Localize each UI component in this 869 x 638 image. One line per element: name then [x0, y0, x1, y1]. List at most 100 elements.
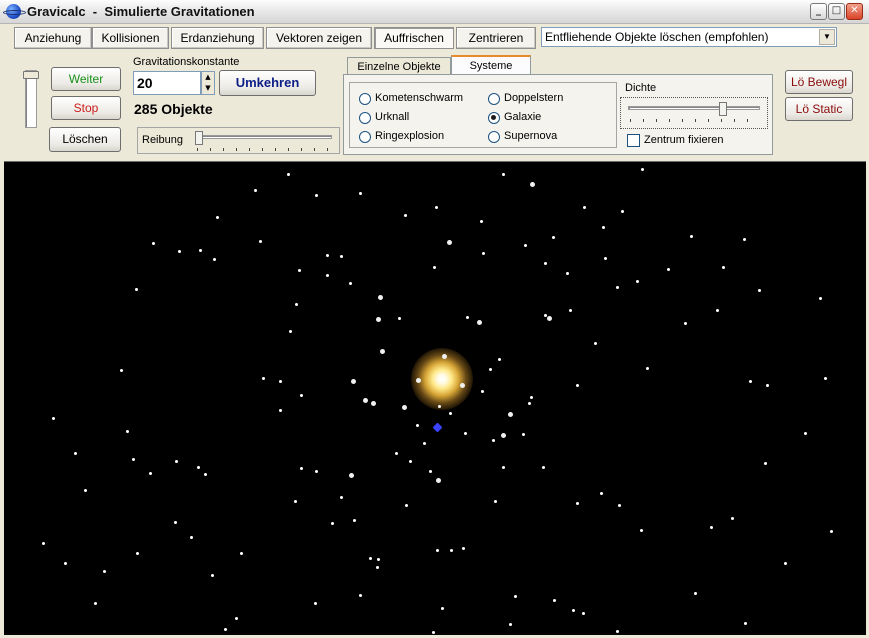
simulated-object	[294, 500, 297, 503]
simulated-object	[641, 168, 644, 171]
gravitation-spinner[interactable]: ▲ ▼	[201, 71, 215, 95]
radio-urknall[interactable]: Urknall	[359, 111, 409, 124]
gravitation-input[interactable]: 20	[133, 71, 201, 95]
reibung-slider-track[interactable]	[195, 135, 332, 139]
spin-up-icon[interactable]: ▲	[202, 72, 214, 83]
simulated-object	[616, 630, 619, 633]
simulated-object	[528, 402, 531, 405]
dichte-slider-track[interactable]	[628, 106, 760, 110]
simulated-object	[544, 262, 547, 265]
simulated-object	[351, 379, 356, 384]
simulated-object	[300, 467, 303, 470]
simulated-object	[359, 594, 362, 597]
simulated-object	[376, 566, 379, 569]
simulated-object	[416, 378, 421, 383]
tab-kollisionen[interactable]: Kollisionen	[92, 27, 169, 49]
delete-mode-dropdown[interactable]: Entfliehende Objekte löschen (empfohlen)…	[541, 27, 837, 47]
radio-doppelstern[interactable]: Doppelstern	[488, 92, 563, 105]
simulated-object	[502, 466, 505, 469]
simulated-object	[749, 380, 752, 383]
simulated-object	[464, 432, 467, 435]
simulated-object	[524, 244, 527, 247]
simulated-object	[449, 412, 452, 415]
simulated-object	[616, 286, 619, 289]
simulated-object	[405, 504, 408, 507]
simulated-object	[722, 266, 725, 269]
simulated-object	[287, 173, 290, 176]
simulated-object	[369, 557, 372, 560]
tab-anziehung[interactable]: Anziehung	[14, 27, 92, 49]
umkehren-button[interactable]: Umkehren	[219, 70, 316, 96]
simulated-object	[175, 460, 178, 463]
weiter-button[interactable]: Weiter	[51, 67, 121, 91]
simulation-canvas[interactable]	[4, 161, 866, 635]
chevron-down-icon[interactable]: ▼	[819, 29, 835, 45]
stop-button[interactable]: Stop	[51, 96, 121, 120]
lo-bewegl-button[interactable]: Lö Bewegl	[785, 70, 853, 94]
speed-slider-thumb[interactable]	[23, 71, 39, 79]
simulated-object	[178, 250, 181, 253]
tab-vektoren-zeigen[interactable]: Vektoren zeigen	[266, 27, 372, 49]
simulated-object	[199, 249, 202, 252]
simulated-object	[502, 173, 505, 176]
simulated-object	[371, 401, 376, 406]
simulated-object	[804, 432, 807, 435]
simulated-object	[667, 268, 670, 271]
simulated-object	[758, 289, 761, 292]
simulated-object	[522, 433, 525, 436]
simulated-object	[462, 547, 465, 550]
simulated-object	[174, 521, 177, 524]
simulated-object	[349, 473, 354, 478]
tab-auffrischen[interactable]: Auffrischen	[374, 27, 454, 49]
radio-kometenschwarm[interactable]: Kometenschwarm	[359, 92, 463, 105]
radio-galaxie[interactable]: Galaxie	[488, 111, 541, 124]
reibung-label: Reibung	[142, 134, 183, 146]
dichte-slider-thumb[interactable]	[719, 102, 727, 116]
tab-erdanziehung[interactable]: Erdanziehung	[171, 27, 264, 49]
simulated-object	[501, 433, 506, 438]
simulated-object	[363, 398, 368, 403]
tab-systeme[interactable]: Systeme	[451, 55, 531, 76]
dichte-group	[620, 97, 768, 129]
reibung-slider[interactable]	[195, 131, 332, 151]
simulated-object	[295, 303, 298, 306]
simulated-object	[618, 504, 621, 507]
simulated-object	[830, 530, 833, 533]
simulated-object	[429, 470, 432, 473]
simulated-object	[438, 405, 441, 408]
simulated-object	[784, 562, 787, 565]
simulated-object	[690, 235, 693, 238]
minimize-button[interactable]: _	[810, 3, 827, 20]
simulated-object	[190, 536, 193, 539]
reibung-slider-thumb[interactable]	[195, 131, 203, 145]
radio-supernova[interactable]: Supernova	[488, 130, 557, 143]
simulated-object	[569, 309, 572, 312]
simulated-object	[314, 602, 317, 605]
lo-static-button[interactable]: Lö Static	[785, 97, 853, 121]
object-count: 285 Objekte	[134, 101, 213, 117]
simulated-object	[340, 496, 343, 499]
simulated-object	[489, 368, 492, 371]
simulated-object	[684, 322, 687, 325]
dichte-slider-ticks	[630, 119, 758, 122]
close-button[interactable]: ✕	[846, 3, 863, 20]
simulated-object	[423, 442, 426, 445]
simulated-object	[482, 252, 485, 255]
maximize-button[interactable]: □	[828, 3, 845, 20]
simulated-object	[74, 452, 77, 455]
simulated-object	[279, 409, 282, 412]
simulated-object	[514, 595, 517, 598]
dichte-slider[interactable]	[628, 102, 760, 122]
tab-einzelne-objekte[interactable]: Einzelne Objekte	[347, 57, 451, 75]
simulated-object	[402, 405, 407, 410]
spin-down-icon[interactable]: ▼	[202, 83, 214, 94]
loeschen-button[interactable]: Löschen	[49, 127, 121, 152]
simulated-object	[542, 466, 545, 469]
simulated-object	[300, 394, 303, 397]
simulated-object	[52, 417, 55, 420]
tab-zentrieren[interactable]: Zentrieren	[456, 27, 536, 49]
radio-ringexplosion[interactable]: Ringexplosion	[359, 130, 444, 143]
simulated-object	[547, 316, 552, 321]
simulated-object	[213, 258, 216, 261]
zentrum-fixieren-checkbox[interactable]: Zentrum fixieren	[627, 134, 723, 147]
